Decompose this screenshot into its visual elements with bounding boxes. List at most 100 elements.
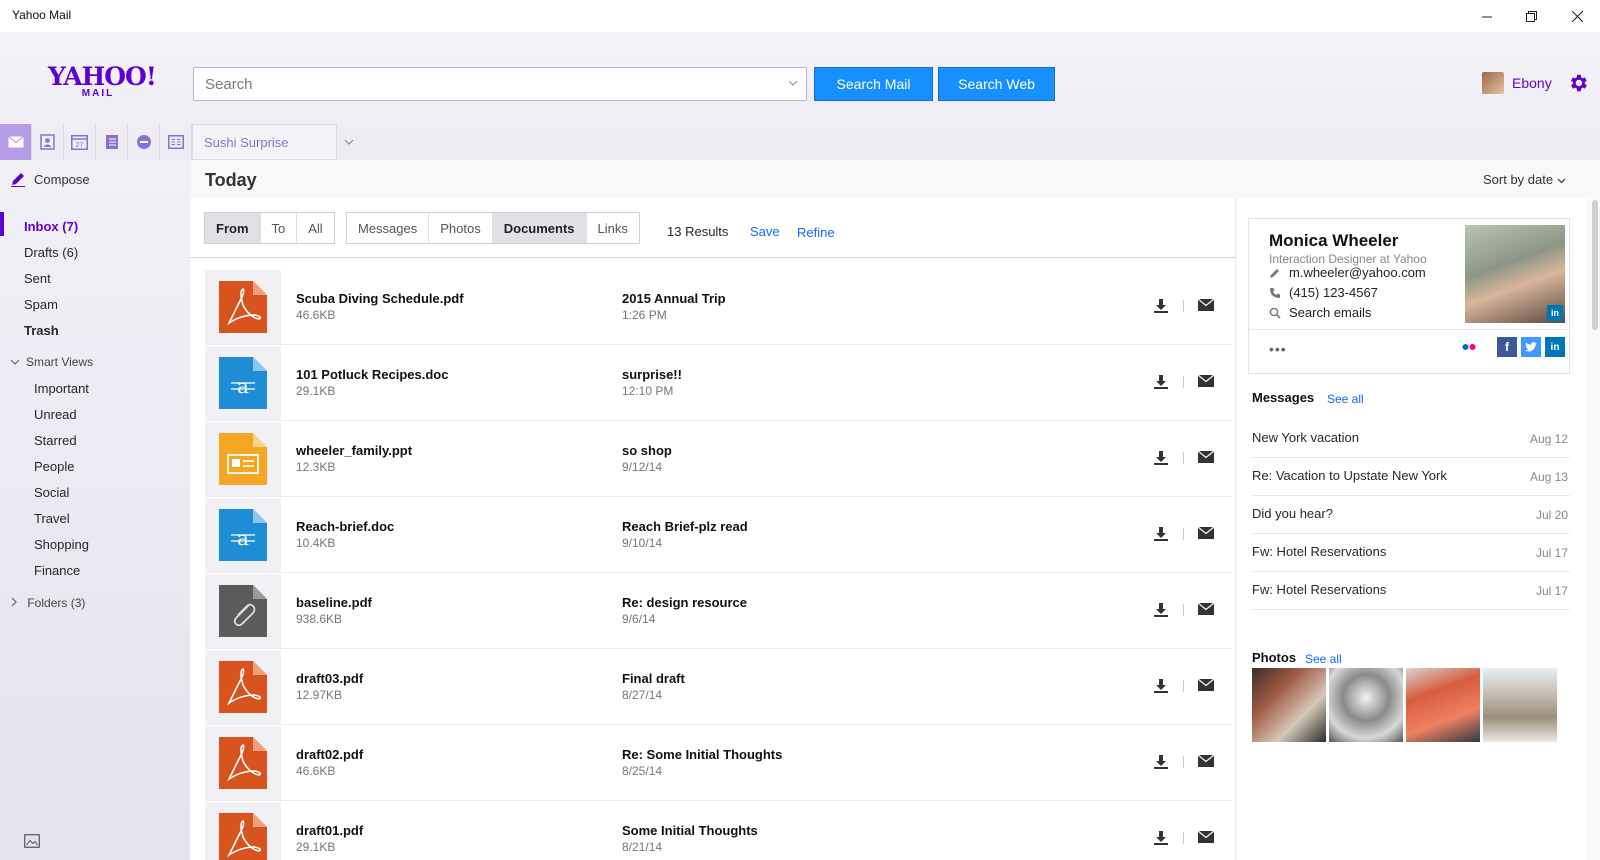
document-row[interactable]: a Reach-brief.doc 10.4KB Reach Brief-plz… (205, 498, 1232, 573)
mail-icon[interactable] (1198, 755, 1214, 767)
filter-from[interactable]: From (205, 213, 261, 243)
tab-messenger[interactable] (128, 124, 160, 160)
document-row[interactable]: Scuba Diving Schedule.pdf 46.6KB 2015 An… (205, 270, 1232, 345)
contact-search-emails[interactable]: Search emails (1269, 305, 1371, 320)
message-subject[interactable]: Re: design resource (622, 595, 747, 610)
messages-see-all-link[interactable]: See all (1327, 392, 1364, 406)
tab-mail[interactable] (0, 124, 32, 160)
recent-message-row[interactable]: Fw: Hotel Reservations Jul 17 (1252, 572, 1570, 610)
mail-icon[interactable] (1198, 451, 1214, 463)
scrollbar-thumb[interactable] (1592, 200, 1598, 330)
document-row[interactable]: a 101 Potluck Recipes.doc 29.1KB surpris… (205, 346, 1232, 421)
file-thumbnail[interactable] (205, 270, 281, 344)
filter-links[interactable]: Links (587, 213, 639, 243)
image-icon[interactable] (24, 834, 40, 848)
document-row[interactable]: baseline.pdf 938.6KB Re: design resource… (205, 574, 1232, 649)
sidebar-item-social[interactable]: Social (34, 485, 69, 500)
sidebar-item-important[interactable]: Important (34, 381, 89, 396)
message-subject[interactable]: Final draft (622, 671, 685, 686)
minimize-button[interactable] (1464, 0, 1510, 32)
mail-icon[interactable] (1198, 527, 1214, 539)
close-button[interactable] (1554, 0, 1600, 32)
document-row[interactable]: wheeler_family.ppt 12.3KB so shop 9/12/1… (205, 422, 1232, 497)
sidebar-item-starred[interactable]: Starred (34, 433, 77, 448)
twitter-icon[interactable] (1521, 337, 1541, 357)
recent-message-row[interactable]: Re: Vacation to Upstate New York Aug 13 (1252, 458, 1570, 496)
mail-icon[interactable] (1198, 299, 1214, 311)
download-icon[interactable] (1153, 830, 1169, 846)
chevron-down-icon[interactable] (788, 79, 798, 87)
file-thumbnail[interactable] (205, 802, 281, 860)
sidebar-item-finance[interactable]: Finance (34, 563, 80, 578)
file-name[interactable]: baseline.pdf (296, 595, 372, 610)
file-thumbnail[interactable] (205, 726, 281, 800)
message-subject[interactable]: Reach Brief-plz read (622, 519, 748, 534)
user-menu[interactable]: Ebony (1482, 72, 1552, 94)
sidebar-item-travel[interactable]: Travel (34, 511, 70, 526)
flickr-icon[interactable] (1459, 337, 1479, 357)
photos-see-all-link[interactable]: See all (1305, 652, 1342, 666)
message-subject[interactable]: 2015 Annual Trip (622, 291, 726, 306)
file-thumbnail[interactable]: a (205, 346, 281, 420)
file-name[interactable]: 101 Potluck Recipes.doc (296, 367, 448, 382)
sort-dropdown[interactable]: Sort by date (1483, 172, 1566, 187)
search-web-button[interactable]: Search Web (938, 67, 1055, 101)
photo-thumbnail[interactable] (1483, 668, 1557, 742)
filter-to[interactable]: To (261, 213, 298, 243)
message-subject[interactable]: so shop (622, 443, 672, 458)
message-subject[interactable]: Some Initial Thoughts (622, 823, 758, 838)
photo-thumbnail[interactable] (1252, 668, 1326, 742)
tab-notepad[interactable] (96, 124, 128, 160)
search-input[interactable] (194, 68, 774, 100)
mail-icon[interactable] (1198, 603, 1214, 615)
search-box[interactable] (193, 67, 807, 101)
sidebar-item-inbox[interactable]: Inbox (7) (24, 219, 78, 234)
contact-email[interactable]: m.wheeler@yahoo.com (1269, 265, 1426, 280)
more-options-button[interactable]: ••• (1269, 341, 1287, 357)
photo-thumbnail[interactable] (1406, 668, 1480, 742)
file-name[interactable]: Reach-brief.doc (296, 519, 394, 534)
sidebar-item-spam[interactable]: Spam (24, 297, 58, 312)
download-icon[interactable] (1153, 602, 1169, 618)
file-thumbnail[interactable] (205, 574, 281, 648)
sidebar-item-people[interactable]: People (34, 459, 74, 474)
tab-calendar[interactable]: 27 (64, 124, 96, 160)
folders-toggle[interactable]: Folders (3) (10, 596, 85, 610)
sidebar-item-unread[interactable]: Unread (34, 407, 77, 422)
download-icon[interactable] (1153, 526, 1169, 542)
tab-open-message[interactable]: Sushi Surprise (192, 124, 337, 160)
file-thumbnail[interactable]: a (205, 498, 281, 572)
download-icon[interactable] (1153, 754, 1169, 770)
sidebar-item-drafts[interactable]: Drafts (6) (24, 245, 78, 260)
save-search-link[interactable]: Save (750, 224, 780, 239)
compose-button[interactable]: Compose (10, 171, 90, 187)
sidebar-item-sent[interactable]: Sent (24, 271, 51, 286)
recent-message-row[interactable]: New York vacation Aug 12 (1252, 420, 1570, 458)
tab-newsfeed[interactable] (160, 124, 192, 160)
restore-button[interactable] (1508, 0, 1554, 32)
download-icon[interactable] (1153, 450, 1169, 466)
file-name[interactable]: wheeler_family.ppt (296, 443, 412, 458)
file-name[interactable]: draft02.pdf (296, 747, 363, 762)
document-row[interactable]: draft01.pdf 29.1KB Some Initial Thoughts… (205, 802, 1232, 860)
facebook-icon[interactable]: f (1497, 337, 1517, 357)
message-subject[interactable]: Re: Some Initial Thoughts (622, 747, 782, 762)
contact-phone[interactable]: (415) 123-4567 (1269, 285, 1378, 300)
sidebar-item-shopping[interactable]: Shopping (34, 537, 89, 552)
file-thumbnail[interactable] (205, 650, 281, 724)
sidebar-item-trash[interactable]: Trash (24, 323, 59, 338)
recent-message-row[interactable]: Fw: Hotel Reservations Jul 17 (1252, 534, 1570, 572)
filter-photos[interactable]: Photos (429, 213, 493, 243)
photo-thumbnail[interactable] (1329, 668, 1403, 742)
tab-contacts[interactable] (32, 124, 64, 160)
file-name[interactable]: Scuba Diving Schedule.pdf (296, 291, 464, 306)
yahoo-mail-logo[interactable]: YAHOO! MAIL (48, 64, 157, 100)
document-row[interactable]: draft02.pdf 46.6KB Re: Some Initial Thou… (205, 726, 1232, 801)
filter-messages[interactable]: Messages (347, 213, 430, 243)
mail-icon[interactable] (1198, 375, 1214, 387)
smart-views-toggle[interactable]: Smart Views (10, 355, 93, 369)
filter-documents[interactable]: Documents (492, 213, 587, 243)
message-subject[interactable]: surprise!! (622, 367, 682, 382)
file-name[interactable]: draft01.pdf (296, 823, 363, 838)
document-row[interactable]: draft03.pdf 12.97KB Final draft 8/27/14 (205, 650, 1232, 725)
